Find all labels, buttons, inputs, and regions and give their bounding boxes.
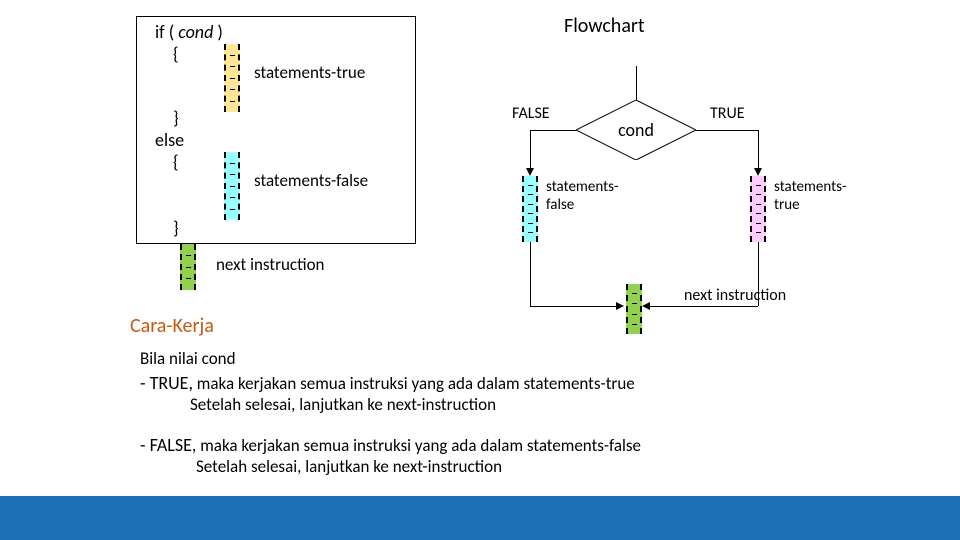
bottom-bar <box>0 496 960 540</box>
line-merge-left-h <box>530 306 618 307</box>
explain-intro: Bila nilai cond <box>140 348 236 369</box>
explain-true-line: - TRUE, maka kerjakan semua instruksi ya… <box>140 372 635 394</box>
proc-true <box>224 44 240 112</box>
arrow-false-down <box>526 168 534 176</box>
fc-label-stmt-false-a: statements- <box>546 178 619 196</box>
line-true-h <box>696 130 758 131</box>
flowchart-title: Flowchart <box>564 14 645 38</box>
label-false: FALSE <box>512 104 550 123</box>
code-box: if ( cond ) { } else { } <box>136 16 416 244</box>
fc-proc-true <box>750 176 766 242</box>
fc-label-next: next instruction <box>684 286 786 305</box>
label-next-instruction: next instruction <box>216 254 324 275</box>
arrow-merge-left <box>616 302 624 310</box>
line-merge-left-v <box>530 242 531 306</box>
fc-label-stmt-false-b: false <box>546 196 574 214</box>
decision-diamond: cond <box>576 100 696 160</box>
proc-next <box>180 244 196 290</box>
line-merge-right-h <box>650 306 758 307</box>
line-false-v <box>530 130 531 170</box>
fc-proc-false <box>522 176 538 242</box>
explain-true-line2: Setelah selesai, lanjutkan ke next-instr… <box>190 394 496 415</box>
section-title: Cara-Kerja <box>130 314 214 338</box>
line-true-v <box>758 130 759 170</box>
fc-label-stmt-true-a: statements- <box>774 178 847 196</box>
proc-false <box>224 152 240 220</box>
code-if: if ( cond ) <box>155 21 223 43</box>
explain-false-line: - FALSE, maka kerjakan semua instruksi y… <box>140 434 641 456</box>
label-statements-false: statements-false <box>254 170 368 191</box>
code-else: else <box>155 129 184 151</box>
code-brace-open-2: { <box>173 151 179 173</box>
code-brace-close-1: } <box>173 107 179 129</box>
arrow-true-down <box>754 168 762 176</box>
line-into-diamond <box>636 66 637 101</box>
code-brace-open-1: { <box>173 43 179 65</box>
code-brace-close-2: } <box>173 217 179 239</box>
diamond-cond-label: cond <box>576 100 696 160</box>
fc-proc-next <box>626 284 642 334</box>
fc-label-stmt-true-b: true <box>774 196 800 214</box>
label-statements-true: statements-true <box>254 62 365 83</box>
explain-false-line2: Setelah selesai, lanjutkan ke next-instr… <box>196 456 502 477</box>
line-false-h <box>530 130 576 131</box>
arrow-merge-right <box>642 302 650 310</box>
label-true: TRUE <box>710 104 745 123</box>
